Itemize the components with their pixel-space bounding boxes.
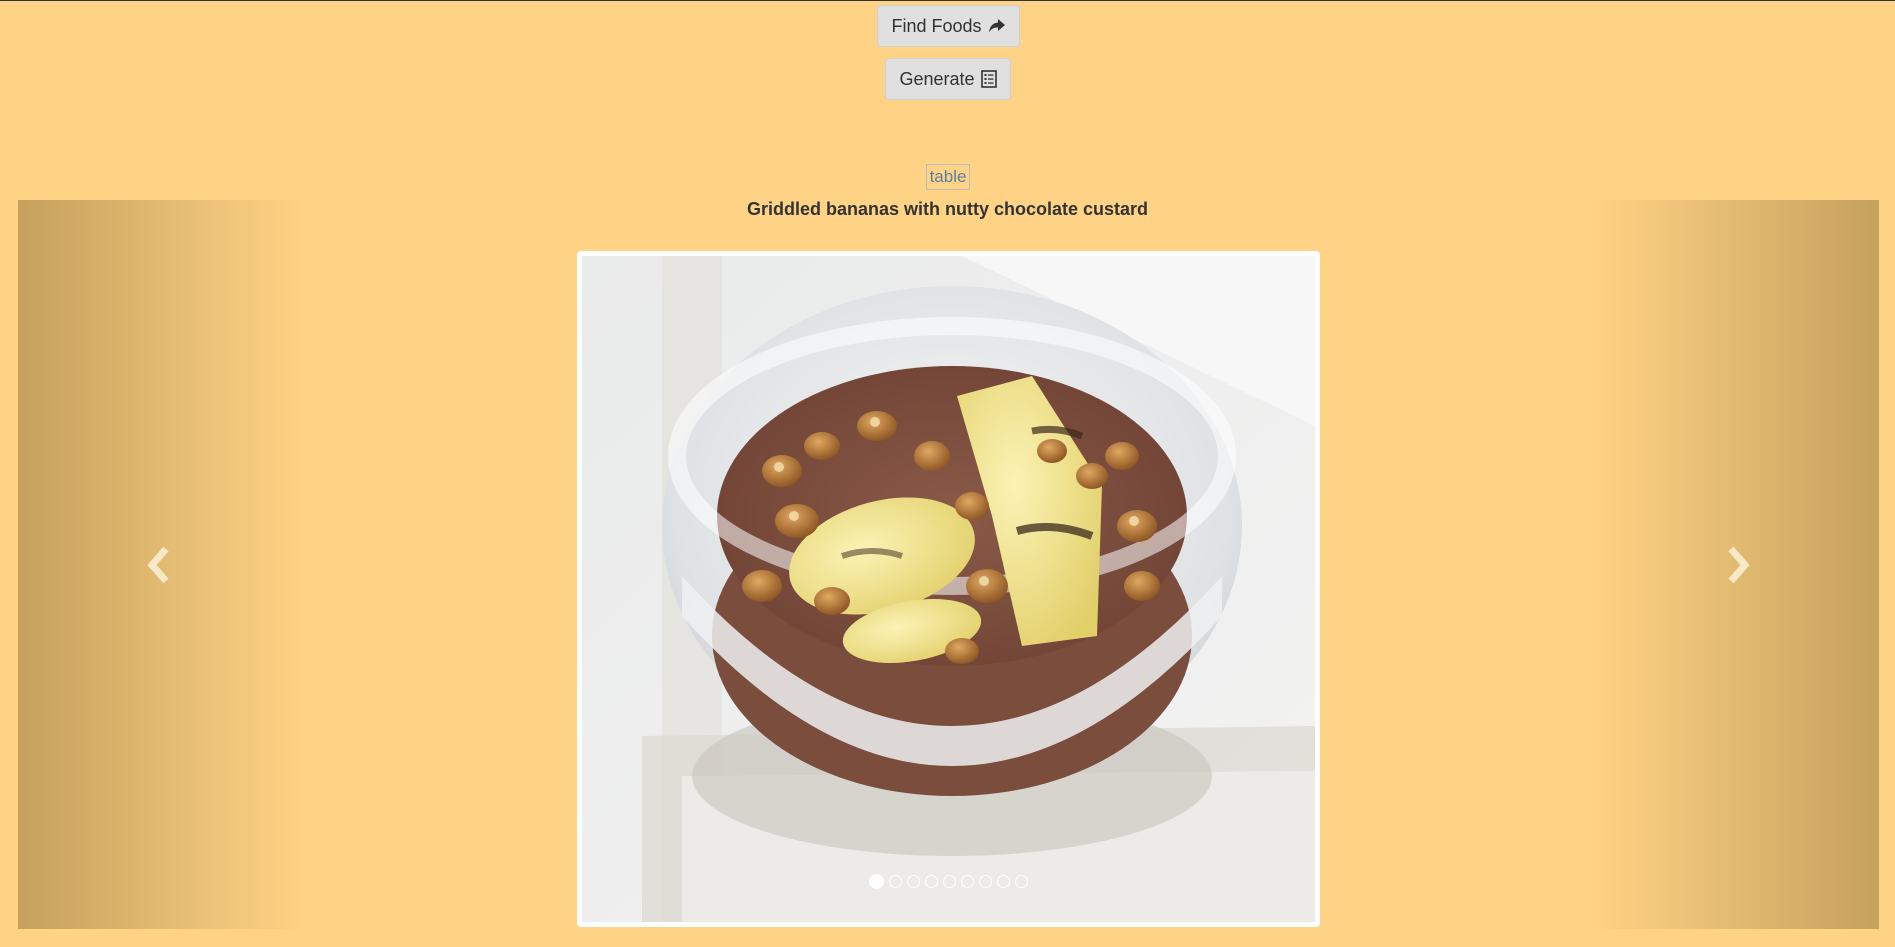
carousel-indicators	[577, 874, 1320, 889]
recipe-carousel	[18, 200, 1879, 929]
chevron-left-icon	[147, 546, 169, 583]
list-alt-icon	[980, 70, 997, 88]
carousel-indicator[interactable]	[979, 875, 992, 888]
carousel-indicator[interactable]	[943, 875, 956, 888]
carousel-indicator[interactable]	[997, 875, 1010, 888]
share-arrow-icon	[988, 18, 1006, 34]
find-foods-button[interactable]: Find Foods	[877, 5, 1020, 47]
carousel-indicator[interactable]	[1015, 875, 1028, 888]
carousel-indicator[interactable]	[889, 875, 902, 888]
carousel-indicator[interactable]	[925, 875, 938, 888]
find-foods-label: Find Foods	[891, 15, 982, 36]
generate-button[interactable]: Generate	[885, 58, 1011, 100]
slide-frame	[577, 251, 1320, 927]
carousel-next-button[interactable]	[1589, 200, 1879, 929]
table-link[interactable]: table	[926, 164, 970, 190]
carousel-indicator[interactable]	[961, 875, 974, 888]
carousel-indicator[interactable]	[907, 875, 920, 888]
dessert-photo	[582, 256, 1315, 922]
top-divider	[0, 0, 1895, 1]
carousel-indicator[interactable]	[869, 874, 884, 889]
chevron-right-icon	[1728, 546, 1750, 583]
carousel-prev-button[interactable]	[18, 200, 308, 929]
generate-label: Generate	[899, 68, 975, 89]
